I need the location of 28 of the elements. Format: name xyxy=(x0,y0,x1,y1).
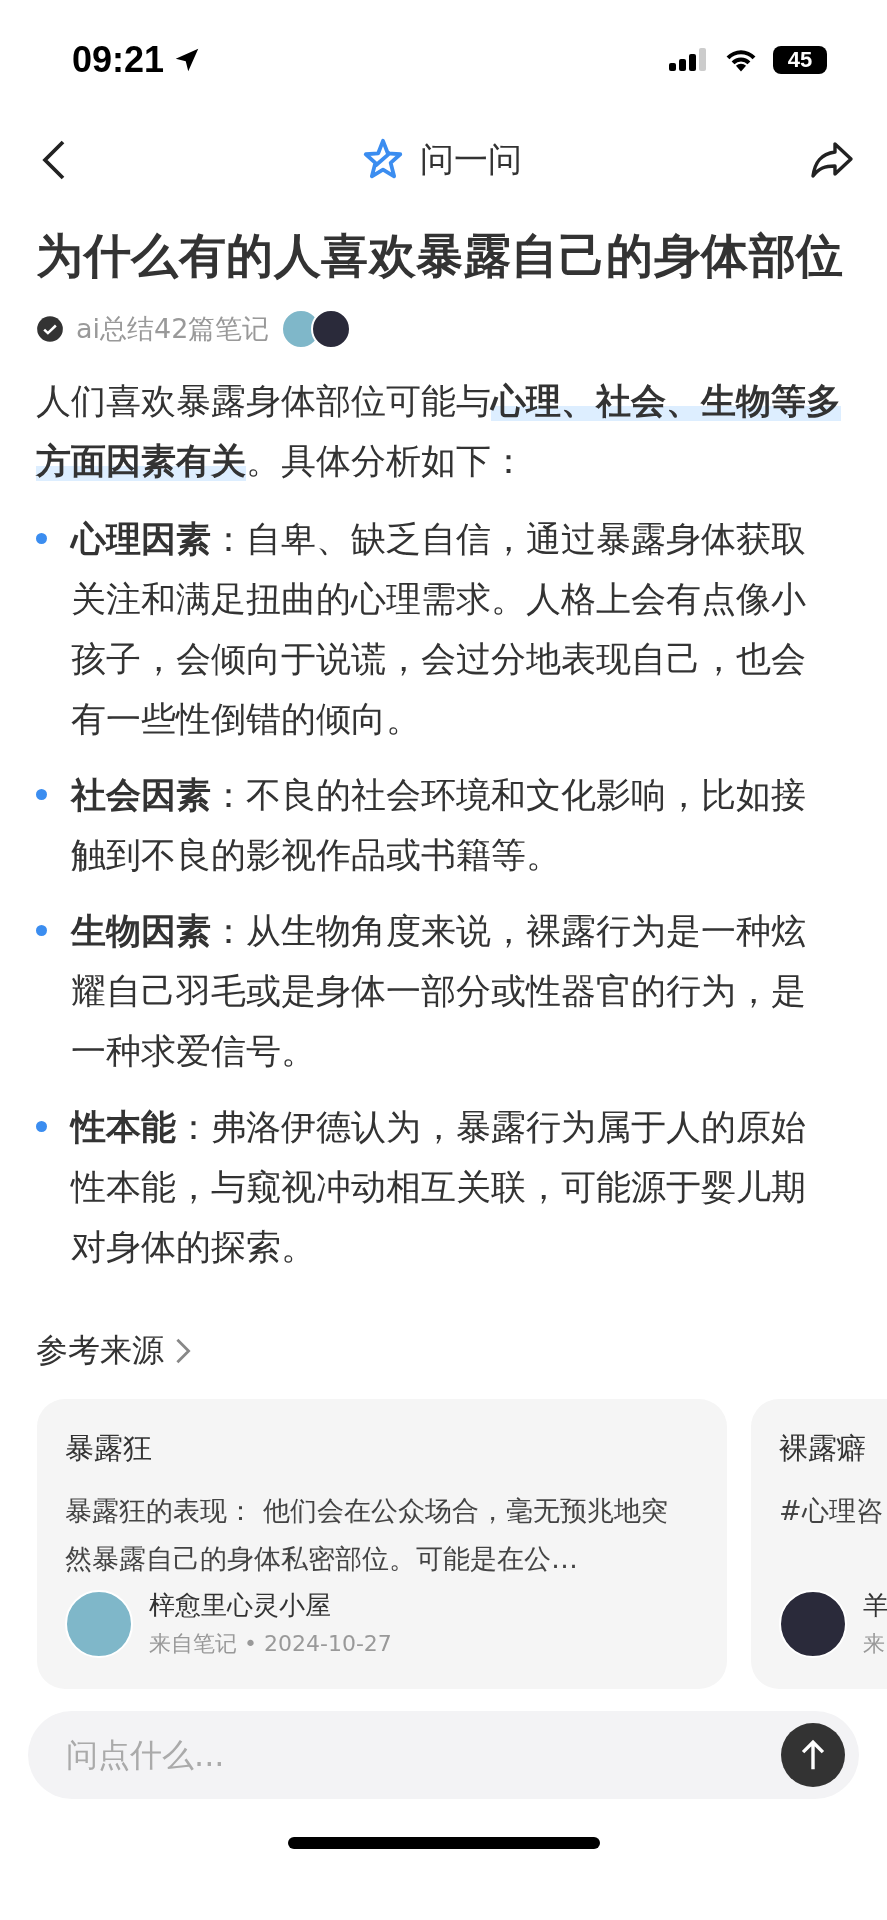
source-card[interactable]: 暴露狂 暴露狂的表现： 他们会在公众场合，毫无预兆地突然暴露自己的身体私密部位。可能是在公… 梓愈里心灵小屋 来自笔记 • 2024-10-27 xyxy=(37,1399,727,1690)
status-time: 09:21 xyxy=(72,39,165,81)
chevron-right-icon[interactable] xyxy=(174,1337,192,1366)
source-excerpt: 暴露狂的表现： 他们会在公众场合，毫无预兆地突然暴露自己的身体私密部位。可能是在公… xyxy=(65,1494,669,1577)
bullet-text: 心理因素：自卑、缺乏自信，通过暴露身体获取关注和满足扭曲的心理需求。人格上会有点像小孩子，会倾向于说谎，会过分地表现自己，也会有一些性倒错的倾向。 xyxy=(71,518,807,742)
source-excerpt: #心理咨 xyxy=(779,1494,884,1529)
signal-icon xyxy=(669,47,709,73)
bullet-text: 社会因素：不良的社会环境和文化影响，比如接触到不良的影视作品或书籍等。 xyxy=(71,774,807,878)
summary-text: ai总结42篇笔记 xyxy=(76,312,270,347)
bullet-text: 生物因素：从生物角度来说，裸露行为是一种炫耀自己羽毛或是身体一部分或性器官的行为，是一种求爱信号。 xyxy=(71,910,807,1074)
bullet-dot xyxy=(36,925,47,937)
header-title: 问一问 xyxy=(419,138,522,181)
bullet-dot xyxy=(36,533,47,545)
bullet-dot xyxy=(36,1121,47,1133)
battery-level: 45 xyxy=(773,46,827,74)
bullet-dot xyxy=(36,789,47,801)
question-title: 为什么有的人喜欢暴露自己的身体部位 xyxy=(36,227,845,285)
source-title: 裸露癖 xyxy=(779,1430,867,1468)
ask-field[interactable]: 问点什么... xyxy=(28,1711,859,1800)
source-meta: 来自笔记 • 2024-10-27 xyxy=(149,1630,392,1659)
ask-input-field[interactable]: 问点什么... xyxy=(64,1735,781,1776)
source-meta: 来 xyxy=(863,1630,886,1659)
answer-intro: 人们喜欢暴露身体部位可能与心理、社会、生物等多方面因素有关。具体分析如下： xyxy=(36,380,842,484)
source-author: 梓愈里心灵小屋 xyxy=(149,1589,332,1623)
send-button[interactable] xyxy=(781,1723,845,1788)
sources-title[interactable]: 参考来源 xyxy=(36,1329,164,1374)
bullet-text: 性本能：弗洛伊德认为，暴露行为属于人的原始性本能，与窥视冲动相互关联，可能源于婴儿期对身体的探索。 xyxy=(71,1106,807,1270)
source-title: 暴露狂 xyxy=(65,1430,153,1468)
